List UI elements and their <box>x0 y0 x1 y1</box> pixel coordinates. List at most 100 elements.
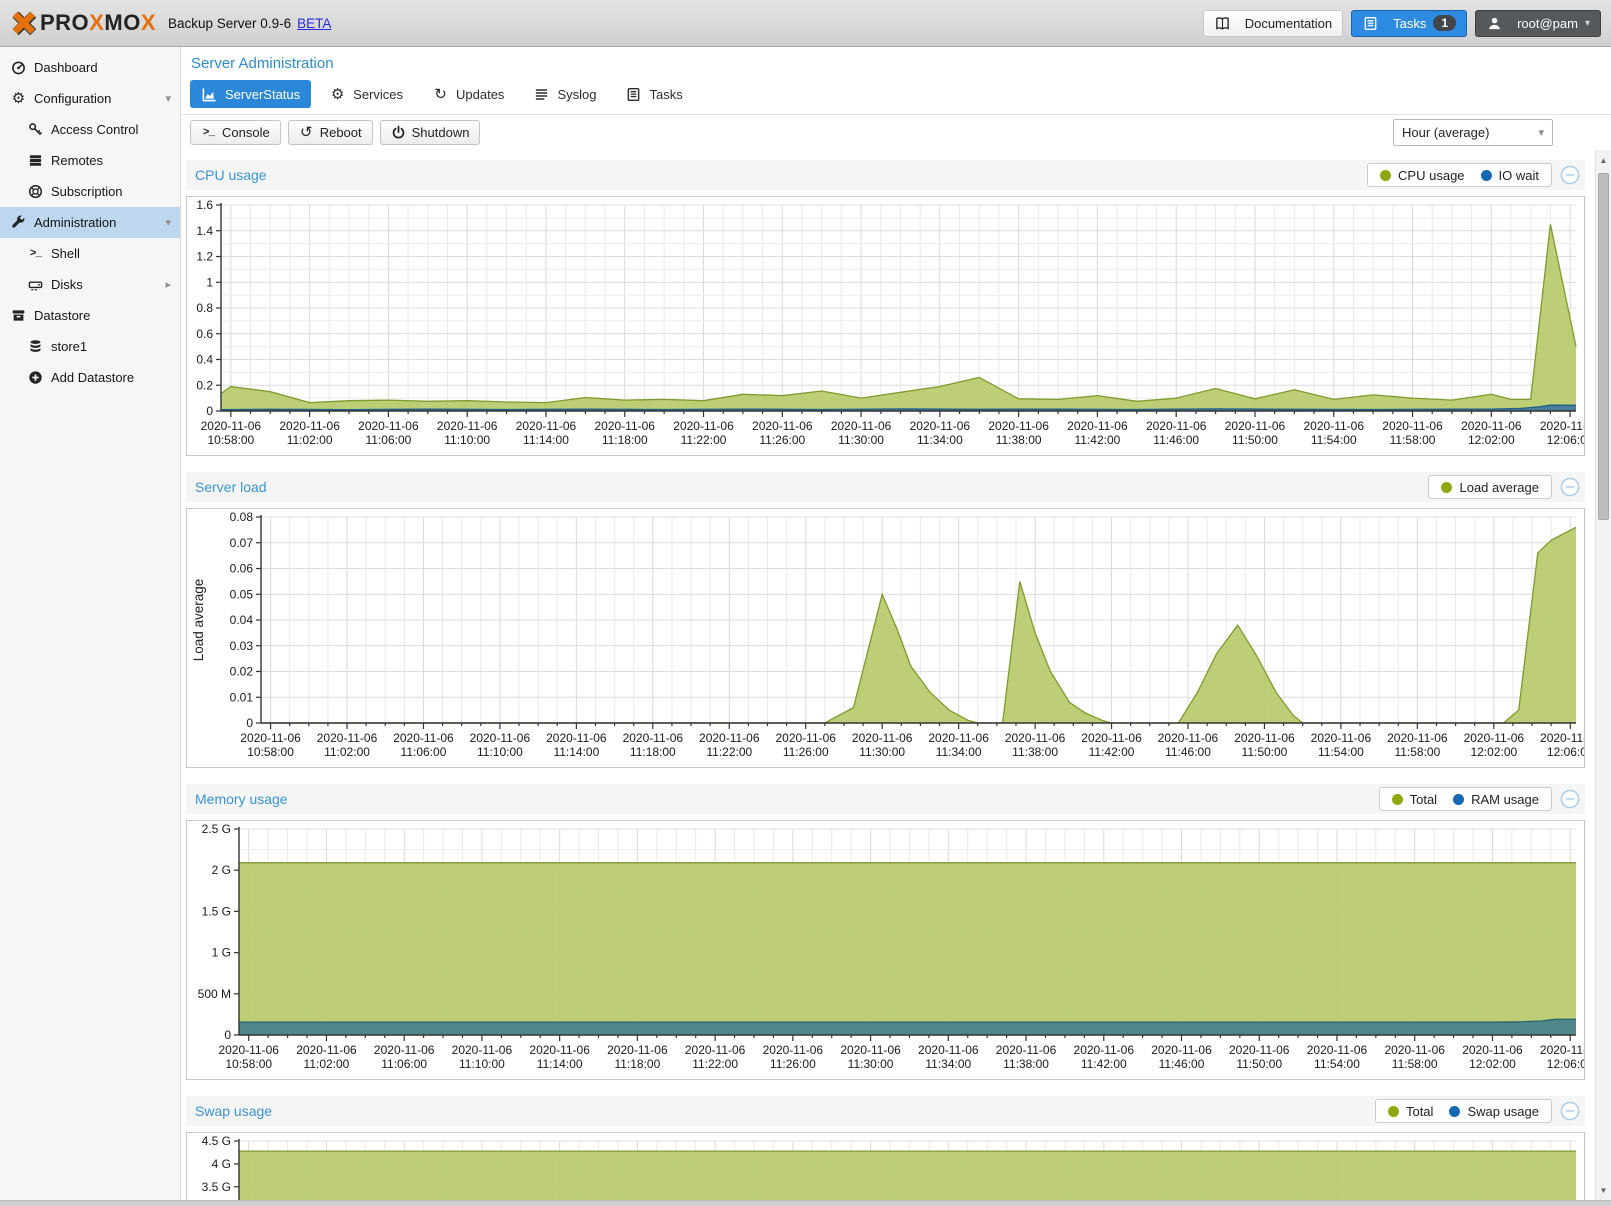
scrollbar-thumb[interactable] <box>1598 173 1609 520</box>
legend-item-io-wait[interactable]: IO wait <box>1481 168 1539 183</box>
svg-text:11:50:00: 11:50:00 <box>1236 1057 1282 1071</box>
svg-text:11:42:00: 11:42:00 <box>1089 745 1135 759</box>
legend-item-ram-usage[interactable]: RAM usage <box>1453 792 1539 807</box>
chart-area-icon <box>201 86 218 102</box>
scroll-down-arrow-icon[interactable]: ▼ <box>1596 1182 1611 1198</box>
svg-text:2020-11-06: 2020-11-06 <box>910 419 971 433</box>
top-bar: PROXMOX Backup Server 0.9-6 BETA Documen… <box>0 0 1611 47</box>
svg-text:11:34:00: 11:34:00 <box>917 433 963 447</box>
beta-link[interactable]: BETA <box>297 16 331 31</box>
collapse-panel-icon[interactable] <box>1560 789 1580 809</box>
svg-text:0.06: 0.06 <box>230 562 254 576</box>
sidebar-item-datastore[interactable]: Datastore <box>0 300 180 331</box>
sidebar-item-subscription[interactable]: Subscription <box>0 176 180 207</box>
reboot-button[interactable]: ↺Reboot <box>288 120 373 145</box>
sidebar-item-configuration[interactable]: ⚙Configuration▾ <box>0 83 180 114</box>
sidebar-item-shell[interactable]: >_Shell <box>0 238 180 269</box>
legend-item-cpu-usage[interactable]: CPU usage <box>1380 168 1464 183</box>
collapse-panel-icon[interactable] <box>1560 477 1580 497</box>
life-ring-icon <box>27 184 44 200</box>
user-menu-button[interactable]: root@pam ▾ <box>1475 10 1601 37</box>
tasks-button[interactable]: Tasks 1 <box>1351 10 1467 37</box>
sidebar-item-store1[interactable]: store1 <box>0 331 180 362</box>
svg-text:1: 1 <box>206 275 213 289</box>
sidebar-item-remotes[interactable]: Remotes <box>0 145 180 176</box>
user-icon <box>1486 15 1503 31</box>
svg-text:2020-11-06: 2020-11-06 <box>699 731 760 745</box>
vertical-scrollbar[interactable]: ▲ ▼ <box>1595 150 1611 1200</box>
tab-label: ServerStatus <box>225 87 300 102</box>
button-label: Console <box>222 125 270 140</box>
collapse-panel-icon[interactable] <box>1560 165 1580 185</box>
svg-text:10:58:00: 10:58:00 <box>247 745 294 759</box>
sidebar-item-dashboard[interactable]: Dashboard <box>0 52 180 83</box>
legend-item-swap-usage[interactable]: Swap usage <box>1449 1104 1539 1119</box>
svg-text:11:10:00: 11:10:00 <box>459 1057 505 1071</box>
svg-text:11:02:00: 11:02:00 <box>287 433 333 447</box>
panel-memory-usage: Memory usageTotalRAM usage0500 M1 G1.5 G… <box>186 784 1585 1080</box>
svg-text:11:54:00: 11:54:00 <box>1318 745 1364 759</box>
svg-text:2020-11-06: 2020-11-06 <box>1081 731 1142 745</box>
svg-text:11:38:00: 11:38:00 <box>996 433 1042 447</box>
app-window: PROXMOX Backup Server 0.9-6 BETA Documen… <box>0 0 1611 1206</box>
chart-memory-usage: 0500 M1 G1.5 G2 G2.5 G2020-11-0610:58:00… <box>186 820 1585 1080</box>
tab-tasks[interactable]: Tasks <box>614 80 693 108</box>
sidebar-item-administration[interactable]: Administration▾ <box>0 207 180 238</box>
svg-text:11:34:00: 11:34:00 <box>925 1057 971 1071</box>
tab-syslog[interactable]: Syslog <box>522 80 607 108</box>
legend-item-load-average[interactable]: Load average <box>1441 480 1539 495</box>
sidebar-item-label: Dashboard <box>34 60 98 75</box>
svg-text:3.5 G: 3.5 G <box>202 1180 231 1194</box>
svg-text:0.08: 0.08 <box>230 510 254 524</box>
legend-item-total[interactable]: Total <box>1388 1104 1433 1119</box>
svg-text:11:30:00: 11:30:00 <box>838 433 884 447</box>
tab-services[interactable]: ⚙Services <box>318 80 414 108</box>
svg-text:11:50:00: 11:50:00 <box>1232 433 1278 447</box>
svg-text:0.04: 0.04 <box>230 613 254 627</box>
tasks-count-badge: 1 <box>1433 15 1456 31</box>
scroll-up-arrow-icon[interactable]: ▲ <box>1596 152 1611 168</box>
window-bottom-strip <box>0 1200 1611 1206</box>
timeframe-select[interactable]: Hour (average) ▾ <box>1393 119 1553 146</box>
toolbar-buttons: >_Console ↺Reboot Shutdown <box>190 120 480 145</box>
svg-text:11:18:00: 11:18:00 <box>630 745 676 759</box>
svg-text:11:06:00: 11:06:00 <box>381 1057 427 1071</box>
svg-text:4.5 G: 4.5 G <box>202 1134 231 1148</box>
chart-server-load: 00.010.020.030.040.050.060.070.082020-11… <box>186 508 1585 768</box>
legend-item-total[interactable]: Total <box>1392 792 1437 807</box>
console-button[interactable]: >_Console <box>190 120 281 145</box>
tab-bar: ServerStatus ⚙Services↻UpdatesSyslogTasks <box>181 77 1611 115</box>
tab-serverstatus[interactable]: ServerStatus <box>190 80 311 108</box>
tab-updates[interactable]: ↻Updates <box>421 80 515 108</box>
documentation-button[interactable]: Documentation <box>1203 10 1343 37</box>
panel-header-swap-usage: Swap usageTotalSwap usage <box>186 1096 1585 1126</box>
svg-text:11:06:00: 11:06:00 <box>365 433 411 447</box>
svg-text:11:26:00: 11:26:00 <box>770 1057 816 1071</box>
plus-circle-icon <box>27 370 44 386</box>
collapse-panel-icon[interactable] <box>1560 1101 1580 1121</box>
svg-text:11:54:00: 11:54:00 <box>1311 433 1357 447</box>
svg-text:11:22:00: 11:22:00 <box>692 1057 738 1071</box>
proxmox-x-icon <box>10 9 38 37</box>
legend-dot-icon <box>1449 1106 1460 1117</box>
svg-text:2020-11-06: 2020-11-06 <box>1304 419 1365 433</box>
shutdown-button[interactable]: Shutdown <box>380 120 481 145</box>
svg-text:11:18:00: 11:18:00 <box>602 433 648 447</box>
chart-svg: 00.20.40.60.811.21.41.62020-11-0610:58:0… <box>187 197 1584 455</box>
legend-dot-icon <box>1481 170 1492 181</box>
svg-text:2020-11-06: 2020-11-06 <box>840 1043 901 1057</box>
svg-text:11:46:00: 11:46:00 <box>1165 745 1211 759</box>
svg-text:0.01: 0.01 <box>230 690 254 704</box>
svg-text:2020-11-06: 2020-11-06 <box>928 731 989 745</box>
panel-title: Server load <box>195 479 267 495</box>
sidebar-item-add-datastore[interactable]: Add Datastore <box>0 362 180 393</box>
svg-text:11:50:00: 11:50:00 <box>1242 745 1288 759</box>
sidebar-item-label: Remotes <box>51 153 103 168</box>
svg-text:0: 0 <box>224 1028 231 1042</box>
sidebar-item-disks[interactable]: Disks▸ <box>0 269 180 300</box>
svg-text:2020-11-06: 2020-11-06 <box>1146 419 1207 433</box>
sidebar-item-access-control[interactable]: Access Control <box>0 114 180 145</box>
svg-text:2020-11-06: 2020-11-06 <box>988 419 1049 433</box>
svg-text:2020-11-06: 2020-11-06 <box>685 1043 746 1057</box>
chart-svg: 0500 M1 G1.5 G2 G2.5 G2020-11-0610:58:00… <box>187 821 1584 1079</box>
